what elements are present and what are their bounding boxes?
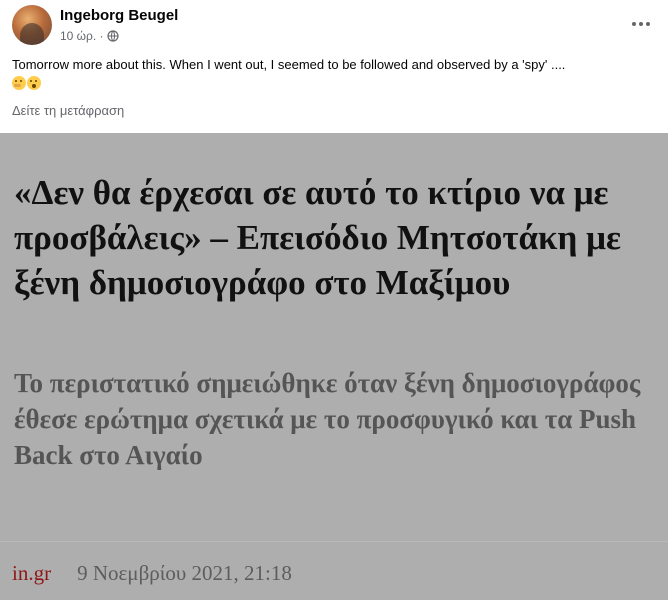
article-source[interactable]: in.gr [12,561,51,586]
post-text: Tomorrow more about this. When I went ou… [12,57,566,72]
post-meta: 10 ώρ. · [60,29,119,43]
globe-icon [106,30,119,42]
post-time[interactable]: 10 ώρ. · [60,29,104,43]
article-date: 9 Νοεμβρίου 2021, 21:18 [77,561,292,585]
thinking-face-emoji [12,76,26,90]
article-card[interactable]: «Δεν θα έρχεσαι σε αυτό το κτίριο να με … [0,133,668,600]
astonished-face-emoji [27,76,41,90]
post-header: Ingeborg Beugel 10 ώρ. · [0,0,668,50]
article-subheadline: Το περιστατικό σημειώθηκε όταν ξένη δημο… [14,368,641,470]
author-name[interactable]: Ingeborg Beugel [60,7,178,24]
article-footer: in.gr 9 Νοεμβρίου 2021, 21:18 [12,561,292,586]
avatar[interactable] [12,5,52,45]
article-headline: «Δεν θα έρχεσαι σε αυτό το κτίριο να με … [14,173,621,302]
see-translation-link[interactable]: Δείτε τη μετάφραση [12,103,124,118]
emoji-row [12,76,41,90]
more-options-icon[interactable] [628,12,654,36]
divider [0,541,668,542]
